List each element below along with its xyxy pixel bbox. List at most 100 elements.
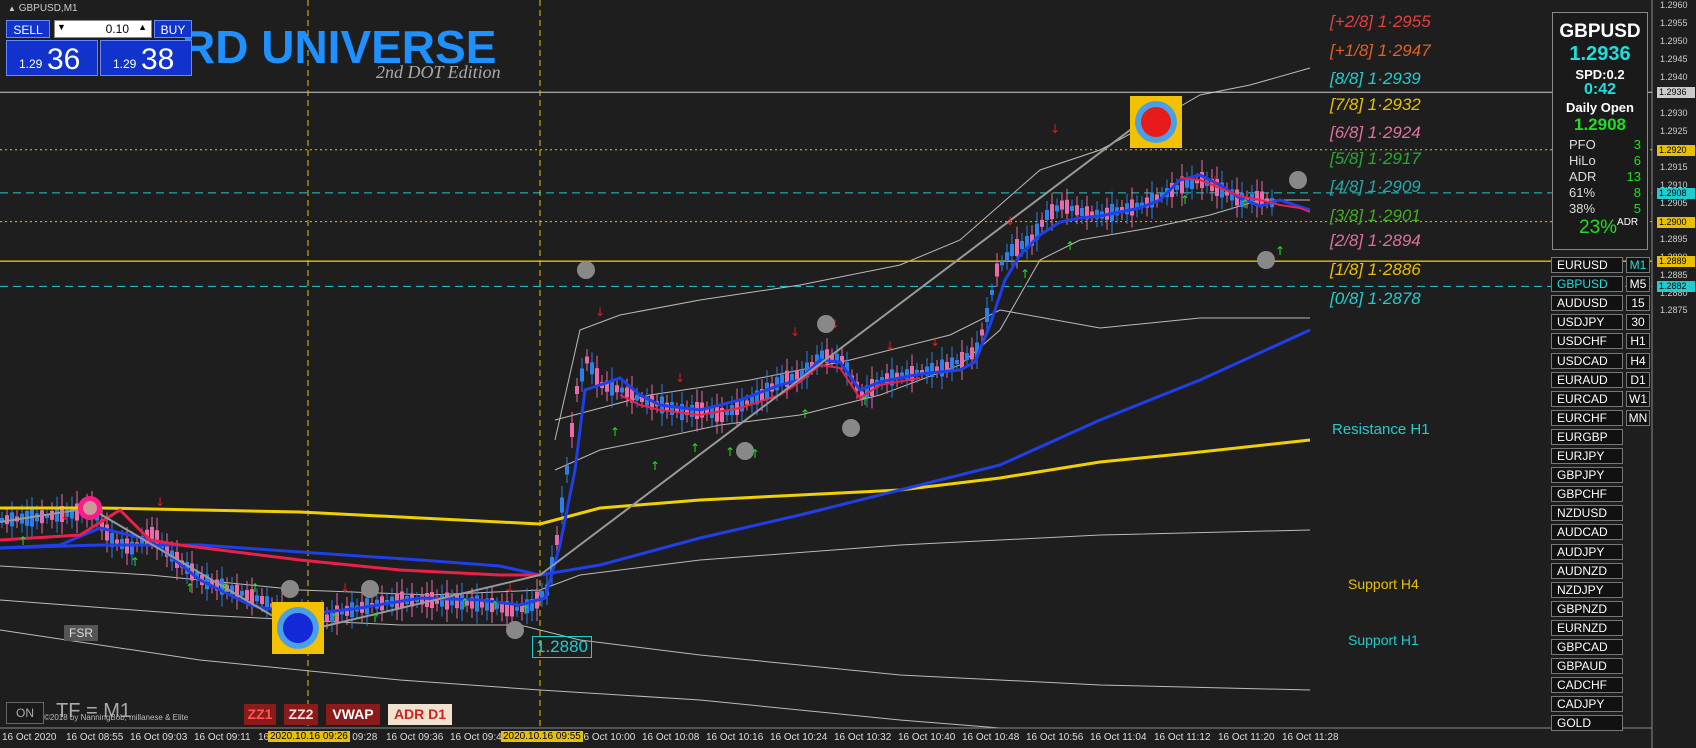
- candle: [130, 541, 134, 555]
- price-tick-label: 1.2915: [1660, 161, 1688, 172]
- down-arrow-icon: ↓: [930, 335, 940, 349]
- candle: [325, 614, 329, 622]
- price-tick-label: 1.2940: [1660, 71, 1688, 82]
- murrey-level-label: [0/8] 1·2878: [1330, 288, 1421, 308]
- timeframe-button-w1[interactable]: W1: [1626, 390, 1650, 407]
- symbol-button-cadchf[interactable]: CADCHF: [1551, 677, 1623, 694]
- buy-button[interactable]: BUY: [154, 20, 192, 38]
- candle: [1260, 191, 1264, 205]
- lot-size-input[interactable]: ▼ 0.10 ▲: [54, 20, 152, 38]
- symbol-button-gold[interactable]: GOLD: [1551, 715, 1623, 732]
- time-tick-label: 16 Oct 08:55: [66, 732, 124, 743]
- collapse-icon[interactable]: ▲: [8, 4, 16, 13]
- candle: [590, 362, 594, 375]
- time-tick-label: 16 Oct 2020: [2, 732, 57, 743]
- price-tick-label: 1.2925: [1660, 125, 1688, 136]
- candle: [1055, 205, 1059, 212]
- candle: [440, 594, 444, 607]
- zz2-button[interactable]: ZZ2: [284, 704, 318, 725]
- price-tick-label: 1.2930: [1660, 107, 1688, 118]
- fsr-button[interactable]: FSR: [64, 625, 98, 641]
- timeframe-button-d1[interactable]: D1: [1626, 371, 1650, 388]
- symbol-button-usdchf[interactable]: USDCHF: [1551, 333, 1623, 350]
- down-arrow-icon: ↓: [1210, 174, 1220, 188]
- symbol-button-eurchf[interactable]: EURCHF: [1551, 409, 1623, 426]
- buy-price[interactable]: 1.29 38: [100, 40, 192, 76]
- symbol-button-audjpy[interactable]: AUDJPY: [1551, 543, 1623, 560]
- candle: [50, 510, 54, 520]
- candle: [245, 590, 249, 600]
- sell-price[interactable]: 1.29 36: [6, 40, 98, 76]
- lot-decrease-icon[interactable]: ▼: [57, 22, 66, 32]
- price-chart[interactable]: ↑↑↑ ↑ ↑↑ ↑↑ ↑ ↑↑↑↑ ↑ ↑↑↑↑↑↑ ↑↑↓↓↓ ↓↓↓↓↓↓ ↓↓↓↓: [0, 0, 1696, 748]
- candle: [995, 263, 999, 277]
- symbol-button-eurgbp[interactable]: EURGBP: [1551, 428, 1623, 445]
- candle: [5, 515, 9, 525]
- sell-signal-icon: [1141, 107, 1171, 137]
- time-tick-label: 16 Oct 10:08: [642, 732, 700, 743]
- candle: [1040, 219, 1044, 227]
- timeframe-button-h1[interactable]: H1: [1626, 333, 1650, 350]
- lot-increase-icon[interactable]: ▲: [138, 22, 147, 32]
- up-arrow-icon: ↑: [1240, 197, 1250, 211]
- symbol-button-gbpchf[interactable]: GBPCHF: [1551, 486, 1623, 503]
- down-arrow-icon: ↓: [155, 495, 165, 509]
- timeframe-button-m1[interactable]: M1: [1626, 257, 1650, 273]
- symbol-button-eurcad[interactable]: EURCAD: [1551, 390, 1623, 407]
- candle: [240, 590, 244, 596]
- candle: [955, 360, 959, 364]
- sell-button[interactable]: SELL: [6, 20, 50, 38]
- timeframe-button-30[interactable]: 30: [1626, 314, 1650, 331]
- time-tick-label: 16 Oct 09:11: [194, 732, 251, 743]
- time-tick-label: 16 Oct 11:20: [1218, 732, 1275, 743]
- symbol-button-gbpaud[interactable]: GBPAUD: [1551, 658, 1623, 675]
- adr-d1-button[interactable]: ADR D1: [388, 704, 452, 725]
- symbol-button-audcad[interactable]: AUDCAD: [1551, 524, 1623, 541]
- candle: [555, 535, 559, 545]
- candle: [820, 350, 824, 360]
- symbol-button-eurnzd[interactable]: EURNZD: [1551, 619, 1623, 636]
- vwap-button[interactable]: VWAP: [326, 704, 380, 725]
- yellow-ma-line: [0, 438, 1311, 526]
- info-row-label: 38%: [1569, 201, 1596, 216]
- price-tick-label: 1.2895: [1660, 233, 1688, 244]
- symbol-button-gbpusd[interactable]: GBPUSD: [1551, 276, 1623, 293]
- symbol-button-eurjpy[interactable]: EURJPY: [1551, 448, 1623, 464]
- symbol-button-nzdusd[interactable]: NZDUSD: [1551, 505, 1623, 522]
- symbol-button-usdjpy[interactable]: USDJPY: [1551, 314, 1623, 331]
- up-arrow-icon: ↑: [610, 425, 620, 439]
- resistance-h1-label: Resistance H1: [1332, 421, 1430, 438]
- symbol-button-audusd[interactable]: AUDUSD: [1551, 295, 1623, 312]
- info-daily-open-label: Daily Open: [1566, 100, 1634, 115]
- candle: [940, 359, 944, 377]
- symbol-button-usdcad[interactable]: USDCAD: [1551, 352, 1623, 369]
- timeframe-button-mn[interactable]: MN: [1626, 409, 1650, 426]
- up-arrow-icon: ↑: [370, 611, 380, 625]
- time-tick-label: 16 Oct 10:00: [578, 732, 636, 743]
- symbol-button-gbpcad[interactable]: GBPCAD: [1551, 639, 1623, 655]
- candle: [1020, 241, 1024, 249]
- symbol-button-euraud[interactable]: EURAUD: [1551, 371, 1623, 388]
- timeframe-button-h4[interactable]: H4: [1626, 352, 1650, 369]
- on-toggle-button[interactable]: ON: [6, 702, 44, 724]
- candle: [105, 524, 109, 541]
- time-tick-label: 16 Oct 10:16: [706, 732, 764, 743]
- candle: [1070, 206, 1074, 211]
- symbol-button-gbpnzd[interactable]: GBPNZD: [1551, 600, 1623, 617]
- price-tick-label: 1.2905: [1660, 197, 1688, 208]
- symbol-button-cadjpy[interactable]: CADJPY: [1551, 696, 1623, 713]
- timeframe-button-15[interactable]: 15: [1626, 295, 1650, 312]
- zz1-button[interactable]: ZZ1: [244, 704, 276, 725]
- candle: [150, 527, 154, 539]
- symbol-button-gbpjpy[interactable]: GBPJPY: [1551, 467, 1623, 484]
- candle: [1130, 199, 1134, 216]
- murrey-level-label: [7/8] 1·2932: [1330, 94, 1421, 114]
- symbol-button-nzdjpy[interactable]: NZDJPY: [1551, 581, 1623, 598]
- murrey-level-label: [+2/8] 1·2955: [1330, 11, 1431, 31]
- symbol-button-eurusd[interactable]: EURUSD: [1551, 257, 1623, 273]
- symbol-info-panel: GBPUSD 1.2936 SPD:0.2 0:42 Daily Open 1.…: [1552, 12, 1648, 250]
- symbol-button-audnzd[interactable]: AUDNZD: [1551, 562, 1623, 579]
- timeframe-button-m5[interactable]: M5: [1626, 276, 1650, 293]
- candle: [640, 398, 644, 402]
- candle: [1015, 239, 1019, 256]
